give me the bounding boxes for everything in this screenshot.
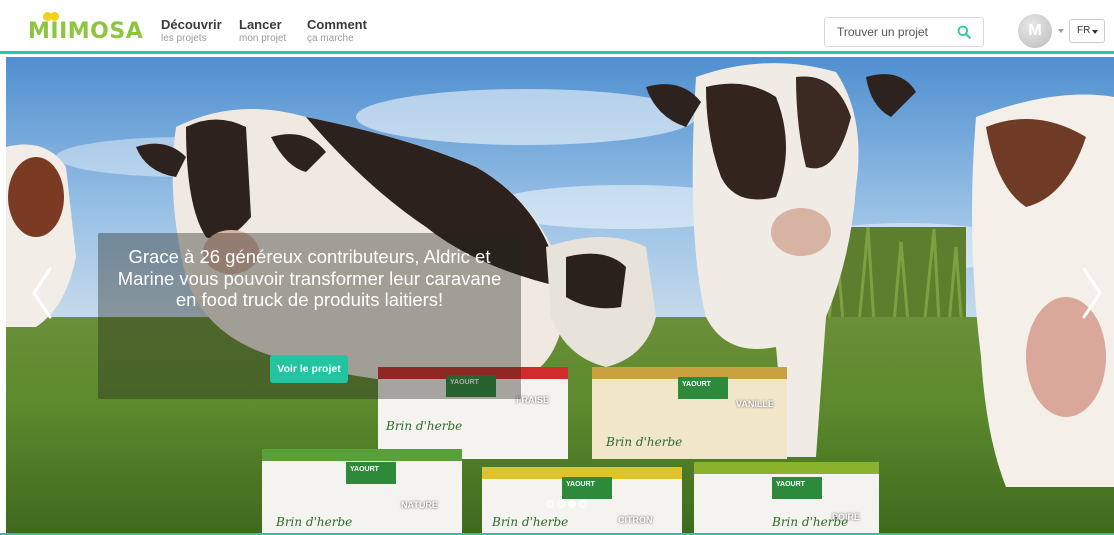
nav-how-sub: ça marche	[307, 33, 354, 44]
search-icon[interactable]	[957, 25, 971, 39]
nav-launch-label: Lancer	[239, 17, 282, 32]
carousel-dot-4[interactable]	[579, 500, 587, 508]
logo-text: MIIMOSA	[28, 19, 144, 44]
nav-how[interactable]: Comment ça marche	[307, 17, 367, 45]
logo[interactable]: MIIMOSA	[28, 12, 143, 46]
carousel-dot-3[interactable]	[568, 500, 576, 508]
hero-caption: Grace à 26 généreux contributeurs, Aldri…	[98, 233, 521, 399]
pack-label-vanille: VANILLE	[736, 399, 774, 409]
pack-brand-poire: Brin d'herbe	[772, 515, 849, 529]
nav-discover-label: Découvrir	[161, 17, 222, 32]
caret-down-icon	[1058, 29, 1064, 33]
pack-tag-vanille: YAOURT	[682, 381, 711, 388]
pack-brand-nature: Brin d'herbe	[276, 515, 353, 529]
chevron-left-icon[interactable]	[30, 265, 54, 321]
nav-discover-sub: les projets	[161, 33, 207, 44]
carousel-dot-1[interactable]	[546, 500, 554, 508]
pack-brand-citron: Brin d'herbe	[492, 515, 569, 529]
pack-tag-nature: YAOURT	[350, 466, 379, 473]
language-select[interactable]: FR	[1069, 19, 1105, 43]
pack-tag-citron: YAOURT	[566, 481, 595, 488]
user-menu[interactable]: M	[1018, 14, 1064, 48]
carousel-dot-2[interactable]	[557, 500, 565, 508]
view-project-button[interactable]: Voir le projet	[270, 355, 348, 383]
search-box	[824, 17, 984, 47]
search-input[interactable]	[825, 18, 955, 46]
carousel-dots	[546, 500, 590, 510]
site-header: MIIMOSA Découvrir les projets Lancer mon…	[0, 0, 1114, 54]
avatar-letter: M	[1028, 22, 1042, 39]
caret-down-icon	[1092, 30, 1098, 34]
nav-discover[interactable]: Découvrir les projets	[161, 17, 222, 45]
pack-brand-fraise: Brin d'herbe	[386, 419, 463, 433]
nav-launch[interactable]: Lancer mon projet	[239, 17, 286, 45]
language-value: FR	[1077, 25, 1091, 36]
hero-headline: Grace à 26 généreux contributeurs, Aldri…	[117, 246, 502, 310]
nav-how-label: Comment	[307, 17, 367, 32]
hero-carousel: FRAISE VANILLE NATURE CITRON POIRE YAOUR…	[6, 57, 1114, 533]
pack-label-nature: NATURE	[401, 500, 438, 510]
chevron-right-icon[interactable]	[1080, 265, 1104, 321]
pack-brand-vanille: Brin d'herbe	[606, 435, 683, 449]
pack-label-citron: CITRON	[618, 515, 653, 525]
nav-launch-sub: mon projet	[239, 33, 287, 44]
avatar: M	[1018, 14, 1052, 48]
pack-tag-poire: YAOURT	[776, 481, 805, 488]
